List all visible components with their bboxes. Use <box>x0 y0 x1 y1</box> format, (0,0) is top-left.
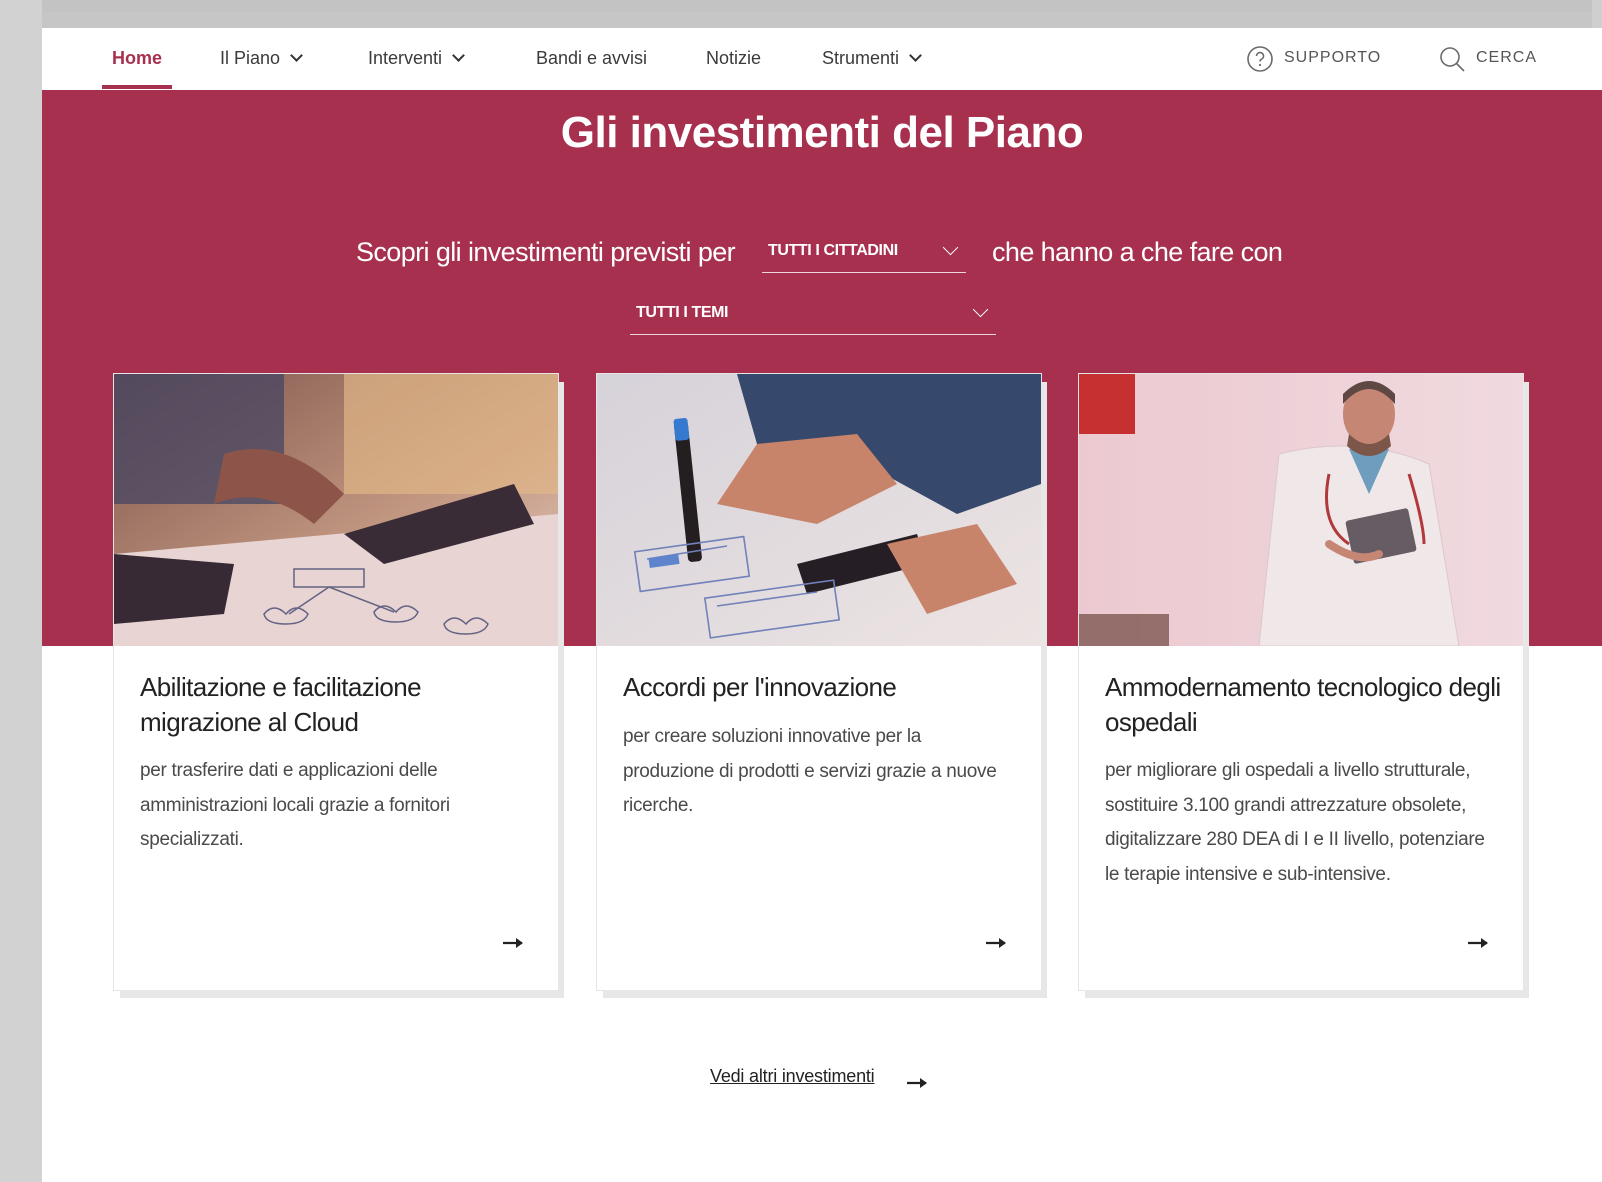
window-frame-top <box>0 0 1602 12</box>
filter-middle-text: che hanno a che fare con <box>992 237 1283 267</box>
card-description: per migliorare gli ospedali a livello st… <box>1105 760 1485 885</box>
support-link[interactable]: SUPPORTO <box>1246 28 1386 88</box>
card-title: Accordi per l'innovazione <box>623 672 897 702</box>
arrow-right-icon[interactable] <box>1467 936 1491 950</box>
nav-item-label: Notizie <box>706 48 762 68</box>
nav-item-strumenti[interactable]: Strumenti <box>822 28 922 88</box>
arrow-right-icon[interactable] <box>985 936 1009 950</box>
card-title: Ammodernamento tecnologico degli ospedal… <box>1105 672 1501 737</box>
page: Home Il Piano Interventi Bandi e avvisi … <box>42 28 1602 1182</box>
more-investments-link[interactable]: Vedi altri investimenti <box>710 1066 875 1087</box>
nav-item-home[interactable]: Home <box>112 28 162 88</box>
theme-select[interactable]: TUTTI I TEMI <box>630 294 996 335</box>
arrow-right-icon[interactable] <box>906 1076 930 1090</box>
chevron-down-icon <box>290 49 303 62</box>
card-description: per creare soluzioni innovative per la p… <box>623 726 997 816</box>
arrow-right-icon[interactable] <box>502 936 526 950</box>
nav-item-bandi-e-avvisi[interactable]: Bandi e avvisi <box>536 28 647 88</box>
card-title: Abilitazione e facilitazione migrazione … <box>140 672 422 737</box>
card-description: per trasferire dati e applicazioni delle… <box>140 760 450 850</box>
nav-item-label: Home <box>112 48 163 68</box>
nav-item-il-piano[interactable]: Il Piano <box>220 28 303 88</box>
active-tab-indicator <box>102 85 172 89</box>
investment-card[interactable]: Abilitazione e facilitazione migrazione … <box>114 374 558 990</box>
investment-card[interactable]: Ammodernamento tecnologico degli ospedal… <box>1079 374 1523 990</box>
chevron-down-icon <box>452 49 465 62</box>
question-circle-icon <box>1247 46 1273 72</box>
nav-item-label: Interventi <box>368 48 443 68</box>
nav-item-label: Strumenti <box>822 48 900 68</box>
search-link[interactable]: CERCA <box>1438 28 1558 88</box>
filter-prefix-text: Scopri gli investimenti previsti per <box>356 237 736 267</box>
card-image-cloud-diagram <box>114 374 558 646</box>
window-frame-left <box>0 0 42 1182</box>
nav-item-label: Il Piano <box>220 48 281 68</box>
chevron-down-icon <box>909 49 922 62</box>
card-image-doctor-tablet <box>1079 374 1523 646</box>
chevron-down-icon <box>972 301 989 318</box>
nav-item-notizie[interactable]: Notizie <box>706 28 761 88</box>
theme-select-value: TUTTI I TEMI <box>636 304 729 321</box>
top-navigation: Home Il Piano Interventi Bandi e avvisi … <box>42 28 1602 91</box>
nav-item-label: Bandi e avvisi <box>536 48 648 68</box>
investment-card[interactable]: Accordi per l'innovazione per creare sol… <box>597 374 1041 990</box>
support-label: SUPPORTO <box>1284 49 1382 66</box>
page-title: Gli investimenti del Piano <box>560 108 1084 157</box>
chevron-down-icon <box>942 239 959 256</box>
card-image-wireframe-sketch <box>597 374 1041 646</box>
audience-select[interactable]: TUTTI I CITTADINI <box>762 232 966 273</box>
search-icon <box>1440 47 1465 72</box>
search-label: CERCA <box>1476 49 1538 66</box>
audience-select-value: TUTTI I CITTADINI <box>768 242 898 259</box>
nav-item-interventi[interactable]: Interventi <box>368 28 465 88</box>
